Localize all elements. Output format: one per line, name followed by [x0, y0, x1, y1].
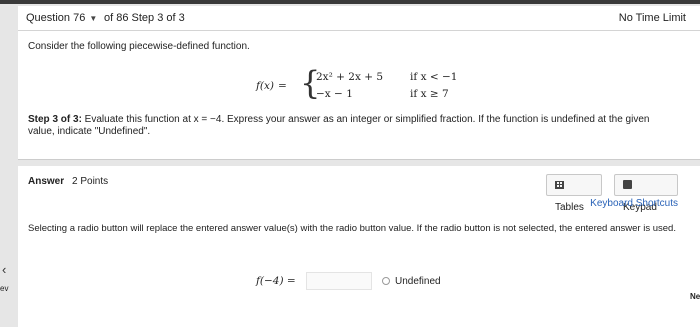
- tables-label: Tables: [555, 202, 584, 213]
- answer-input[interactable]: [306, 272, 372, 290]
- previous-nav[interactable]: ‹ ev: [0, 262, 16, 302]
- tables-button[interactable]: Tables: [546, 174, 602, 213]
- answer-expression: f(−4) =: [256, 275, 296, 287]
- question-selector[interactable]: Question 76 ▼: [22, 9, 101, 27]
- keyboard-shortcuts-link[interactable]: Keyboard Shortcuts: [590, 198, 678, 209]
- question-prompt: Consider the following piecewise-defined…: [28, 41, 250, 52]
- next-nav[interactable]: Ne: [688, 260, 700, 310]
- previous-label: ev: [0, 284, 9, 293]
- undefined-radio-option[interactable]: Undefined: [382, 276, 441, 287]
- question-step-info: of 86 Step 3 of 3: [104, 12, 185, 24]
- case-2-condition: if x ≥ 7: [410, 88, 449, 100]
- time-limit-label: No Time Limit: [618, 12, 686, 24]
- top-bar: [0, 0, 700, 4]
- question-panel: Consider the following piecewise-defined…: [18, 31, 700, 160]
- undefined-label: Undefined: [395, 276, 441, 287]
- case-1-expression: 2x² + 2x + 5: [316, 71, 384, 83]
- step-text: Evaluate this function at x = −4. Expres…: [28, 114, 650, 137]
- points-label: 2 Points: [72, 176, 109, 187]
- step-label: Step 3 of 3:: [28, 114, 82, 125]
- question-label: Question 76: [26, 12, 86, 24]
- next-label: Ne: [690, 292, 700, 301]
- undefined-radio-button[interactable]: [382, 277, 390, 285]
- step-instructions: Step 3 of 3: Evaluate this function at x…: [28, 114, 668, 138]
- piecewise-function: f(x) = { 2x² + 2x + 5 if x < −1 −x − 1 if…: [256, 66, 476, 103]
- answer-panel: Answer 2 Points Tables Keypad Keyboard S…: [18, 166, 700, 327]
- question-header: Question 76 ▼ of 86 Step 3 of 3 No Time L…: [18, 6, 700, 31]
- table-icon: [555, 181, 564, 189]
- keypad-icon: [623, 180, 632, 189]
- chevron-left-icon: ‹: [2, 262, 7, 277]
- case-2-expression: −x − 1: [316, 88, 353, 100]
- keypad-button[interactable]: Keypad: [614, 174, 678, 213]
- answer-label: Answer: [28, 176, 65, 187]
- function-name: f(x) =: [256, 80, 287, 92]
- chevron-down-icon: ▼: [89, 14, 98, 23]
- radio-note: Selecting a radio button will replace th…: [28, 223, 676, 234]
- case-1-condition: if x < −1: [410, 71, 458, 83]
